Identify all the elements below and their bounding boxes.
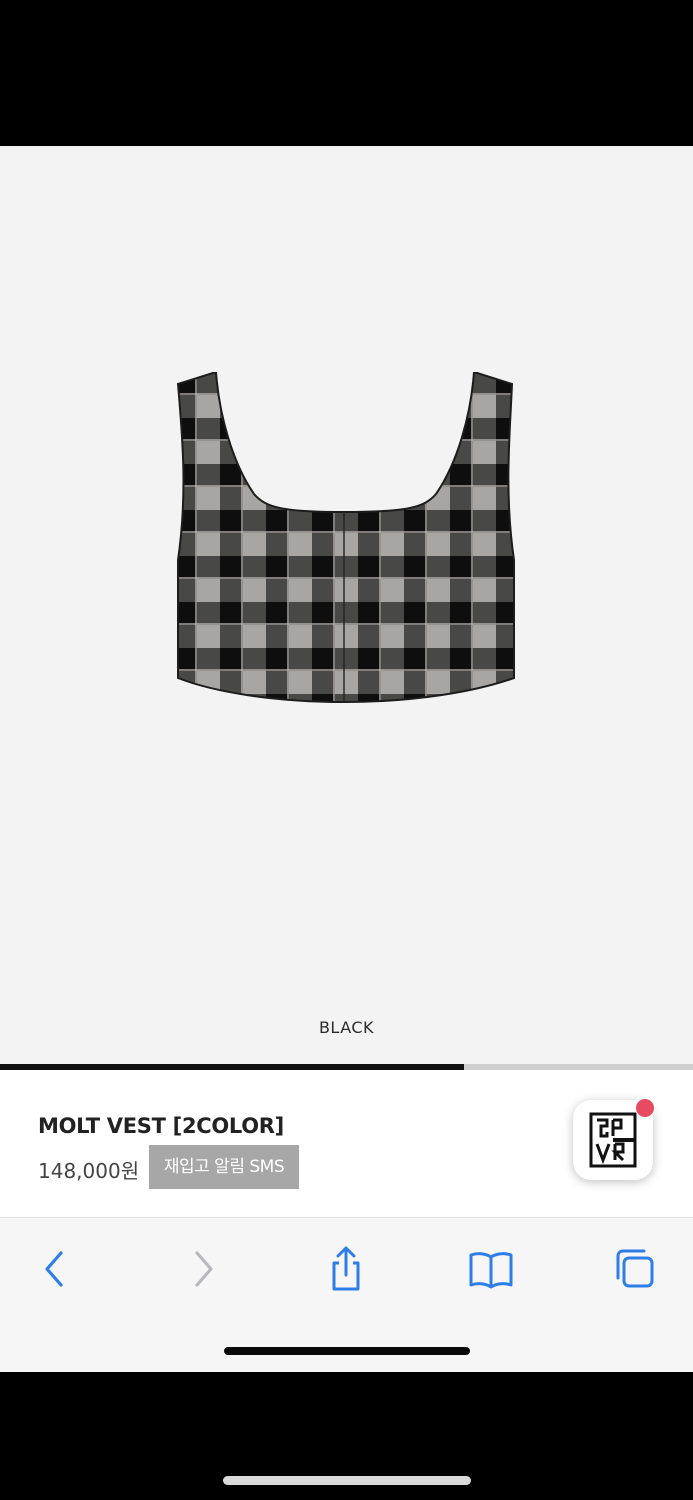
product-title: MOLT VEST [2COLOR]	[38, 1114, 284, 1138]
product-gallery[interactable]: BLACK	[0, 146, 693, 1066]
browser-toolbar	[0, 1218, 693, 1372]
restock-sms-button[interactable]: 재입고 알림 SMS	[149, 1145, 299, 1189]
chevron-right-icon	[195, 1251, 213, 1287]
product-info: MOLT VEST [2COLOR] 148,000원 재입고 알림 SMS	[0, 1070, 693, 1218]
home-indicator	[224, 1347, 470, 1355]
top-black-bar	[0, 0, 693, 146]
share-button[interactable]	[321, 1244, 371, 1294]
book-icon	[469, 1252, 513, 1289]
bookmarks-button[interactable]	[466, 1244, 516, 1294]
app-badge[interactable]	[573, 1098, 655, 1180]
notification-dot	[635, 1098, 655, 1118]
device-home-indicator	[223, 1476, 471, 1485]
product-price: 148,000원	[38, 1159, 140, 1183]
share-icon	[332, 1246, 360, 1291]
forward-button[interactable]	[178, 1244, 228, 1294]
color-label: BLACK	[318, 1018, 375, 1037]
back-button[interactable]	[30, 1244, 80, 1294]
product-image	[176, 372, 515, 704]
tabs-icon	[616, 1249, 654, 1288]
chevron-left-icon	[45, 1251, 63, 1287]
tabs-button[interactable]	[610, 1244, 660, 1294]
